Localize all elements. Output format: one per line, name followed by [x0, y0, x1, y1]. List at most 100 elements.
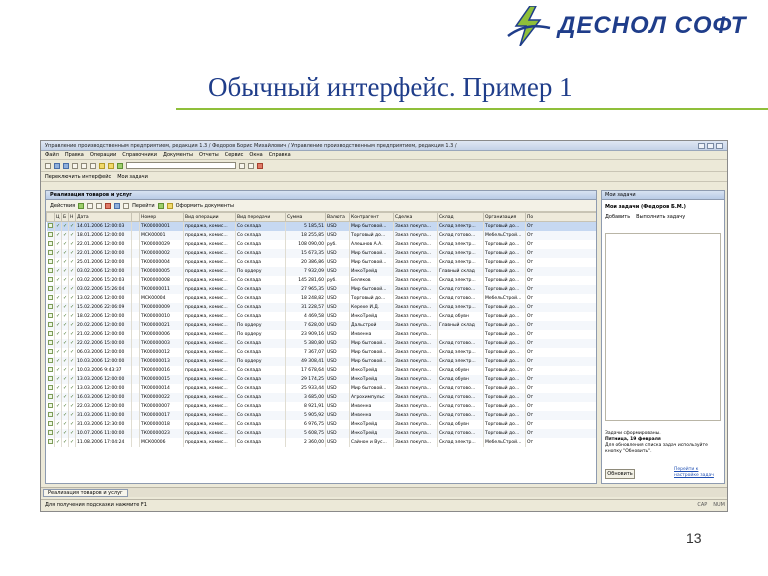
menu-windows[interactable]: Окна: [249, 152, 262, 158]
table-row[interactable]: ✓ ✓ ✓ 31.03.2006 12:30:00 ТК00000018 продажа,…: [46, 419, 596, 429]
menu-reports[interactable]: Отчеты: [199, 152, 219, 158]
search-combo[interactable]: [126, 162, 236, 169]
cell-amount: 7 628,00: [285, 320, 326, 330]
document-icon: [47, 420, 53, 426]
col-icon[interactable]: [46, 212, 55, 222]
col-c[interactable]: Ц: [54, 212, 62, 222]
menu-file[interactable]: Файл: [45, 152, 59, 158]
col-more[interactable]: По: [525, 212, 596, 222]
cell-warehouse: Склад обувн: [437, 374, 484, 384]
col-warehouse[interactable]: Склад: [437, 212, 484, 222]
add-task-button[interactable]: Добавить: [605, 214, 630, 220]
open-icon[interactable]: [54, 162, 60, 169]
document-icon: [47, 330, 53, 336]
edit-icon[interactable]: [96, 202, 103, 209]
table-row[interactable]: ✓ ✓ ✓ 10.03.2006 9:43:37 ТК00000016 продажа, …: [46, 365, 596, 375]
table-row[interactable]: ✓ ✓ ✓ 13.02.2006 12:00:00 МСК00004 продажа, к…: [46, 293, 596, 303]
checkmark-icon: ✓: [56, 430, 61, 436]
menu-operations[interactable]: Операции: [90, 152, 116, 158]
help-icon[interactable]: [257, 162, 263, 169]
menu-catalogs[interactable]: Справочники: [122, 152, 157, 158]
table-row[interactable]: ✓ ✓ ✓ 14.01.2006 12:00:03 ТК00000001 продажа,…: [46, 221, 596, 231]
calendar-icon[interactable]: [248, 162, 254, 169]
menu-help[interactable]: Справка: [269, 152, 291, 158]
cell-number: ТК00000005: [139, 266, 184, 276]
tasks-panel-title: Мои задачи: [605, 192, 636, 198]
print-documents-button[interactable]: Оформить документы: [176, 203, 234, 209]
checkmark-icon: ✓: [70, 259, 75, 265]
cut-icon[interactable]: [72, 162, 78, 169]
new-doc-icon[interactable]: [45, 162, 51, 169]
table-row[interactable]: ✓ ✓ ✓ 22.01.2006 12:00:00 ТК00000002 продажа,…: [46, 248, 596, 258]
main-toolbar: [41, 160, 727, 172]
table-row[interactable]: ✓ ✓ ✓ 13.03.2006 12:00:00 ТК00000014 продажа,…: [46, 383, 596, 393]
task-list[interactable]: [605, 233, 721, 421]
table-row[interactable]: ✓ ✓ ✓ 03.02.2006 15:26:04 ТК00000011 продажа,…: [46, 284, 596, 294]
info-icon[interactable]: [166, 202, 173, 209]
table-row[interactable]: ✓ ✓ ✓ 22.03.2006 12:00:00 ТК00000007 продажа,…: [46, 401, 596, 411]
complete-task-button[interactable]: Выполнить задачу: [636, 214, 685, 220]
menu-documents[interactable]: Документы: [163, 152, 193, 158]
col-operation[interactable]: Вид операции: [183, 212, 236, 222]
menu-service[interactable]: Сервис: [225, 152, 244, 158]
table-row[interactable]: ✓ ✓ ✓ 03.02.2006 15:20:03 ТК00000008 продажа,…: [46, 275, 596, 285]
actions-menu[interactable]: Действия: [50, 203, 75, 209]
checkmark-icon: ✓: [70, 403, 75, 409]
table-row[interactable]: ✓ ✓ ✓ 13.03.2006 12:00:00 ТК00000015 продажа,…: [46, 374, 596, 384]
table-row[interactable]: ✓ ✓ ✓ 31.03.2006 11:00:00 ТК00000017 продажа,…: [46, 410, 596, 420]
col-amount[interactable]: Сумма: [285, 212, 326, 222]
table-row[interactable]: ✓ ✓ ✓ 20.02.2006 12:00:00 ТК00000021 продажа,…: [46, 320, 596, 330]
paste-icon[interactable]: [90, 162, 96, 169]
table-row[interactable]: ✓ ✓ ✓ 18.02.2006 12:00:00 ТК00000010 продажа,…: [46, 311, 596, 321]
add-icon[interactable]: [78, 202, 85, 209]
maximize-icon[interactable]: [707, 142, 714, 149]
task-settings-link[interactable]: Перейти к настройке задач: [674, 467, 724, 479]
find-icon[interactable]: [117, 162, 123, 169]
table-row[interactable]: ✓ ✓ ✓ 22.01.2006 12:00:00 ТК00000029 продажа,…: [46, 239, 596, 249]
menu-edit[interactable]: Правка: [65, 152, 84, 158]
redo-icon[interactable]: [108, 162, 114, 169]
table-row[interactable]: ✓ ✓ ✓ 11.08.2006 17:04:24 МСК00006 продажа, к…: [46, 437, 596, 447]
table-row[interactable]: ✓ ✓ ✓ 21.02.2006 12:00:00 ТК00000006 продажа,…: [46, 329, 596, 339]
filter-icon[interactable]: [114, 202, 121, 209]
cell-warehouse: Склад готово...: [437, 392, 484, 402]
minimize-icon[interactable]: [698, 142, 705, 149]
col-counterparty[interactable]: Контрагент: [349, 212, 394, 222]
col-organization[interactable]: Организация: [483, 212, 526, 222]
table-row[interactable]: ✓ ✓ ✓ 16.03.2006 12:00:00 ТК00000022 продажа,…: [46, 392, 596, 402]
undo-icon[interactable]: [99, 162, 105, 169]
checkmark-icon: ✓: [70, 376, 75, 382]
my-tasks-button[interactable]: Мои задачи: [117, 174, 148, 180]
col-deal[interactable]: Сделка: [393, 212, 438, 222]
table-row[interactable]: ✓ ✓ ✓ 15.02.2006 22:06:09 ТК00000009 продажа,…: [46, 302, 596, 312]
col-date[interactable]: Дата: [75, 212, 132, 222]
refresh-icon[interactable]: [157, 202, 164, 209]
calc-icon[interactable]: [239, 162, 245, 169]
table-row[interactable]: ✓ ✓ ✓ 10.07.2006 11:00:00 ТК00000023 продажа,…: [46, 428, 596, 438]
table-row[interactable]: ✓ ✓ ✓ 10.03.2006 12:00:00 ТК00000013 продажа,…: [46, 356, 596, 366]
delete-icon[interactable]: [105, 202, 112, 209]
cell-number: ТК00000017: [139, 410, 184, 420]
checkmark-icon: ✓: [70, 367, 75, 373]
col-currency[interactable]: Валюта: [325, 212, 350, 222]
window-tab-sales[interactable]: Реализация товаров и услуг: [43, 488, 128, 497]
table-row[interactable]: ✓ ✓ ✓ 18.01.2006 12:00:00 МСК00001 продажа, к…: [46, 230, 596, 240]
col-b[interactable]: Б: [61, 212, 69, 222]
sort-icon[interactable]: [123, 202, 130, 209]
col-flag[interactable]: [131, 212, 140, 222]
table-row[interactable]: ✓ ✓ ✓ 22.02.2006 15:00:00 ТК00000003 продажа,…: [46, 338, 596, 348]
save-icon[interactable]: [63, 162, 69, 169]
table-row[interactable]: ✓ ✓ ✓ 03.02.2006 12:00:00 ТК00000005 продажа,…: [46, 266, 596, 276]
goto-menu[interactable]: Перейти: [132, 203, 155, 209]
document-toolbar: Действия Перейти Оформить документы: [46, 200, 596, 212]
refresh-tasks-button[interactable]: Обновить: [605, 469, 635, 479]
col-transfer[interactable]: Вид передачи: [235, 212, 286, 222]
table-row[interactable]: ✓ ✓ ✓ 06.03.2006 12:00:00 ТК00000012 продажа,…: [46, 347, 596, 357]
copy-row-icon[interactable]: [87, 202, 94, 209]
col-number[interactable]: Номер: [139, 212, 184, 222]
close-icon[interactable]: [716, 142, 723, 149]
col-n[interactable]: Н: [68, 212, 76, 222]
table-row[interactable]: ✓ ✓ ✓ 25.01.2006 12:00:00 ТК00000004 продажа,…: [46, 257, 596, 267]
switch-interface-button[interactable]: Переключить интерфейс: [45, 174, 111, 180]
copy-icon[interactable]: [81, 162, 87, 169]
